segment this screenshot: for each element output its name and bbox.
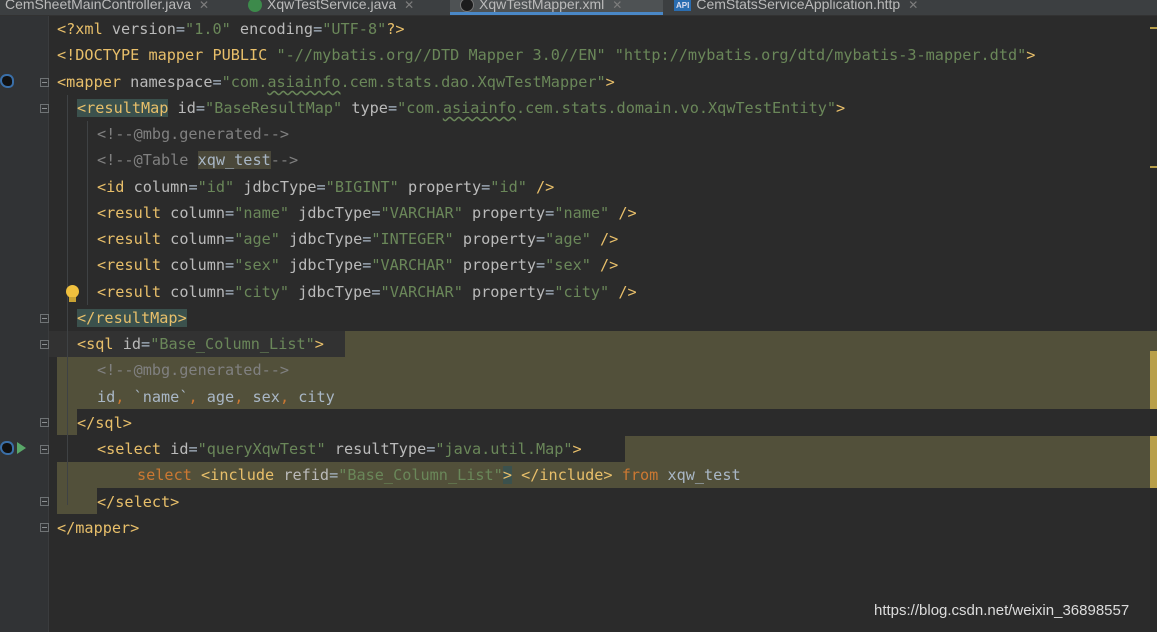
watermark-url: https://blog.csdn.net/weixin_36898557	[874, 602, 1130, 619]
fold-marker[interactable]	[40, 418, 49, 427]
code-line-column-list: id, `name`, age, sex, city	[97, 388, 335, 406]
code-line-xml-declaration: <?xml version="1.0" encoding="UTF-8"?>	[57, 20, 405, 38]
code-line-doctype: <!DOCTYPE mapper PUBLIC "-//mybatis.org/…	[57, 46, 1036, 64]
editor-tab-bar: CemSheetMainController.java ✕ XqwTestServ…	[0, 0, 1157, 16]
scrollbar-warning-mark[interactable]	[1150, 27, 1157, 29]
sql-injection-highlight	[57, 462, 97, 514]
scrollbar-warning-mark[interactable]	[1150, 166, 1157, 168]
scrollbar-highlight-mark[interactable]	[1150, 436, 1157, 488]
code-line-result-mapping: <result column="name" jdbcType="VARCHAR"…	[97, 204, 637, 222]
code-line-comment-mbg: <!--@mbg.generated-->	[97, 125, 290, 143]
mybatis-navigation-icon[interactable]	[0, 74, 14, 88]
api-http-icon: API	[674, 0, 692, 11]
fold-marker[interactable]	[40, 340, 49, 349]
code-line-mapper-open: <mapper namespace="com.asiainfo.cem.stat…	[57, 73, 615, 91]
run-gutter-icon[interactable]	[17, 442, 26, 454]
tab-xqw-test-service[interactable]: XqwTestService.java ✕	[248, 0, 414, 15]
sql-injection-highlight	[345, 331, 1157, 357]
tab-cem-sheet-main-controller[interactable]: CemSheetMainController.java ✕	[0, 0, 209, 15]
fold-marker[interactable]	[40, 78, 49, 87]
code-line-result-mapping: <result column="sex" jdbcType="VARCHAR" …	[97, 256, 619, 274]
code-line-resultmap-close: </resultMap>	[77, 309, 187, 327]
code-line-id-mapping: <id column="id" jdbcType="BIGINT" proper…	[97, 178, 555, 196]
fold-marker[interactable]	[40, 314, 49, 323]
fold-marker[interactable]	[40, 445, 49, 454]
indent-guide	[87, 121, 88, 305]
code-line-resultmap-open: <resultMap id="BaseResultMap" type="com.…	[77, 99, 846, 117]
code-line-comment-table: <!--@Table xqw_test-->	[97, 151, 299, 169]
code-line-select-body: select <include refid="Base_Column_List"…	[137, 466, 741, 484]
code-line-select-close: </select>	[97, 493, 180, 511]
close-tab-icon[interactable]: ✕	[199, 0, 209, 12]
close-tab-icon[interactable]: ✕	[908, 0, 918, 12]
lightbulb-intention-icon[interactable]	[66, 285, 79, 303]
sql-injection-highlight	[625, 436, 1157, 462]
fold-marker[interactable]	[40, 104, 49, 113]
tab-xqw-test-mapper[interactable]: XqwTestMapper.xml ✕	[450, 0, 663, 15]
mybatis-navigation-icon[interactable]	[0, 441, 14, 455]
java-interface-icon	[248, 0, 262, 13]
code-line-comment-mbg: <!--@mbg.generated-->	[97, 361, 290, 379]
fold-marker[interactable]	[40, 523, 49, 532]
code-line-sql-open: <sql id="Base_Column_List">	[77, 335, 324, 353]
code-line-result-mapping: <result column="age" jdbcType="INTEGER" …	[97, 230, 619, 248]
close-tab-icon[interactable]: ✕	[612, 0, 622, 12]
tab-cem-stats-service-application-http[interactable]: API CemStatsServiceApplication.http ✕	[674, 0, 918, 15]
scrollbar-highlight-mark[interactable]	[1150, 351, 1157, 409]
close-tab-icon[interactable]: ✕	[404, 0, 414, 12]
code-line-mapper-close: </mapper>	[57, 519, 140, 537]
code-line-sql-close: </sql>	[77, 414, 132, 432]
fold-marker[interactable]	[40, 497, 49, 506]
mybatis-xml-icon	[460, 0, 474, 13]
code-line-select-open: <select id="queryXqwTest" resultType="ja…	[97, 440, 582, 458]
code-line-result-mapping: <result column="city" jdbcType="VARCHAR"…	[97, 283, 637, 301]
